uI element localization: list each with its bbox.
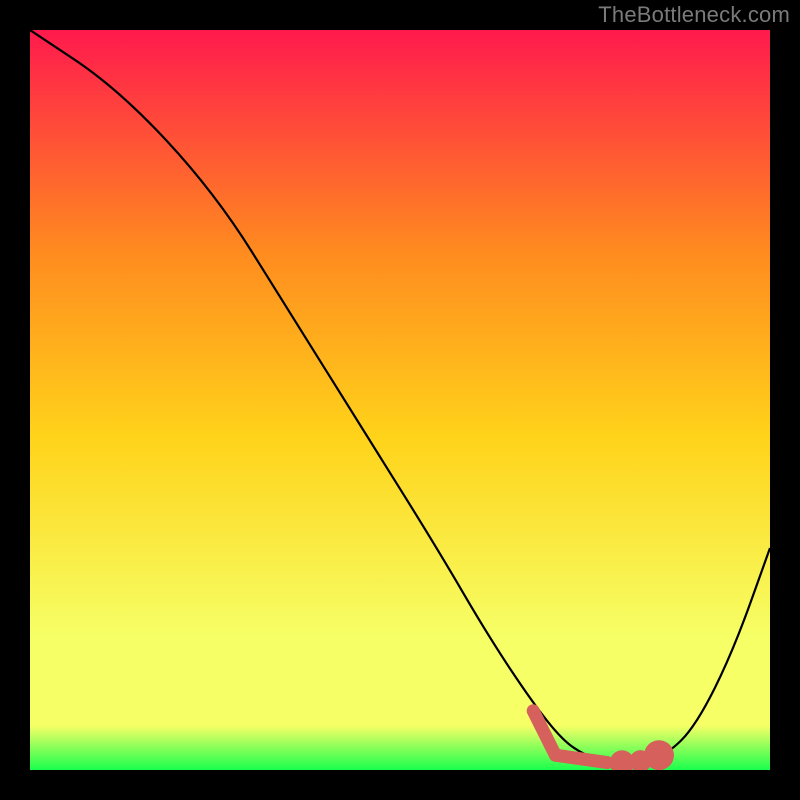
chart-frame: TheBottleneck.com <box>0 0 800 800</box>
highlight-flat <box>555 755 607 762</box>
highlight-dot-3 <box>644 740 674 770</box>
plot-area <box>30 30 770 770</box>
chart-svg <box>30 30 770 770</box>
attribution-label: TheBottleneck.com <box>598 2 790 28</box>
gradient-background <box>30 30 770 770</box>
